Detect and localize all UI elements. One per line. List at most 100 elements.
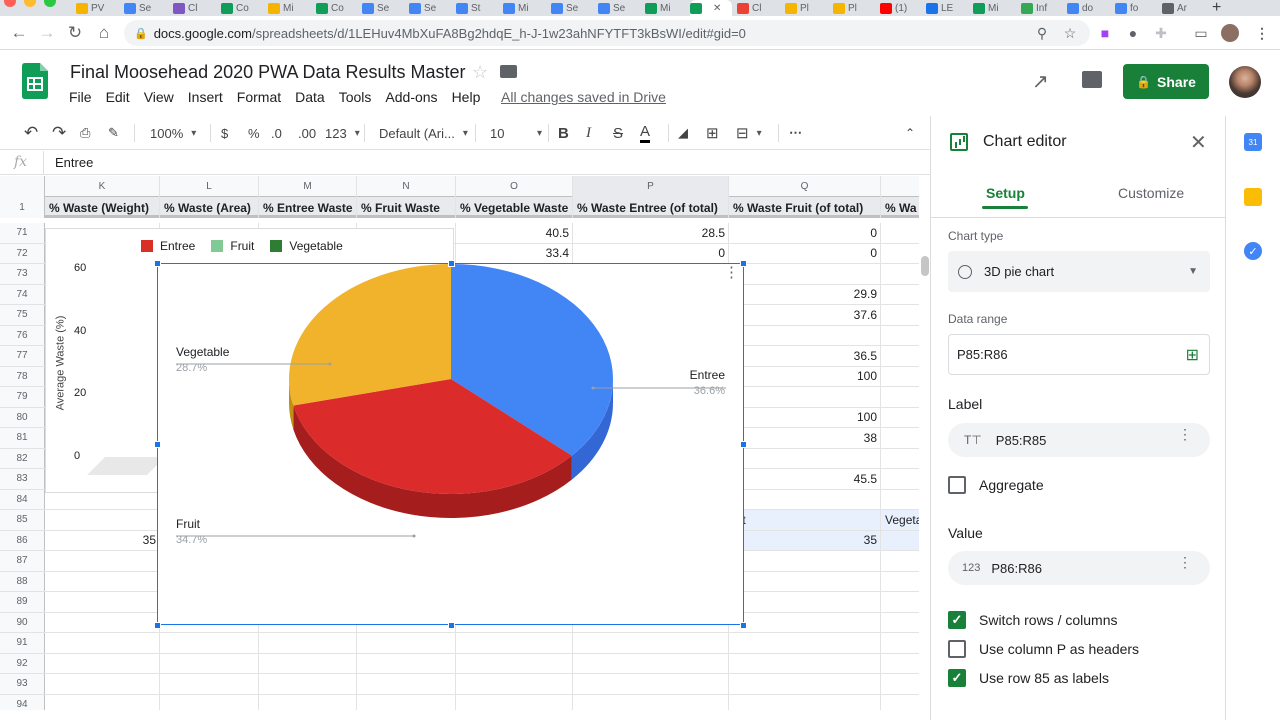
window-minimize-dot[interactable] — [24, 0, 36, 7]
row-number[interactable]: 93 — [0, 674, 45, 694]
grid-cell-p[interactable] — [573, 694, 729, 710]
label-range-chip[interactable]: T⊤ P85:R85 ⋮ — [948, 423, 1210, 457]
keep-icon[interactable] — [1244, 188, 1262, 206]
select-range-icon[interactable]: ⊞ — [1186, 345, 1199, 365]
grid-cell-o[interactable]: 40.5 — [456, 223, 573, 243]
extension-puzzle-icon[interactable]: ✚ — [1150, 22, 1172, 44]
grid-cell-r[interactable] — [881, 367, 919, 387]
grid-cell-r[interactable] — [881, 449, 919, 469]
grid-cell-p[interactable] — [573, 633, 729, 653]
grid-cell-r[interactable]: Vegeta — [881, 510, 919, 530]
grid-cell-r[interactable] — [881, 633, 919, 653]
browser-tab[interactable]: Se — [551, 0, 595, 16]
row-number[interactable]: 86 — [0, 530, 45, 550]
row-number[interactable]: 88 — [0, 571, 45, 591]
grid-cell-p[interactable] — [573, 653, 729, 673]
browser-tab[interactable]: Mi — [645, 0, 689, 16]
browser-tab-active[interactable]: ✕ — [690, 0, 732, 16]
more-formats-select[interactable]: 123 — [325, 123, 360, 143]
grid-cell-q[interactable] — [729, 633, 881, 653]
row-number[interactable]: 94 — [0, 694, 45, 710]
browser-tab[interactable]: Pl — [785, 0, 829, 16]
grid-cell-q[interactable]: 100 — [729, 366, 881, 386]
grid-cell-k[interactable]: 35 — [45, 530, 160, 550]
grid-cell-q[interactable] — [729, 325, 881, 345]
option-checkbox[interactable] — [948, 640, 966, 658]
grid-cell-k[interactable] — [45, 510, 160, 530]
grid-cell-m[interactable] — [259, 633, 357, 653]
profile-avatar-icon[interactable] — [1219, 22, 1241, 44]
window-close-dot[interactable] — [4, 0, 16, 7]
grid-cell-r[interactable] — [881, 408, 919, 428]
option-checkbox[interactable]: ✓ — [948, 669, 966, 687]
resize-handle[interactable] — [740, 622, 747, 629]
grid-cell-k[interactable] — [45, 592, 160, 612]
row-number[interactable]: 80 — [0, 407, 45, 427]
column-header-m[interactable]: M — [259, 176, 357, 197]
value-range-chip[interactable]: 123 P86:R86 ⋮ — [948, 551, 1210, 585]
collapse-menus-icon[interactable]: ⌃ — [905, 123, 915, 143]
browser-tab[interactable]: Mi — [503, 0, 547, 16]
menu-item-add-ons[interactable]: Add-ons — [385, 89, 437, 105]
calendar-icon[interactable]: 31 — [1244, 133, 1262, 151]
menu-item-insert[interactable]: Insert — [188, 89, 223, 105]
grid-cell-n[interactable] — [357, 653, 456, 673]
grid-cell-r[interactable] — [881, 428, 919, 448]
grid-cell-q[interactable]: 35 — [729, 530, 881, 550]
folder-icon[interactable] — [500, 65, 517, 78]
row-number[interactable]: 75 — [0, 305, 45, 325]
reload-icon[interactable]: ↻ — [64, 22, 86, 44]
browser-menu-icon[interactable]: ⋮ — [1251, 22, 1273, 44]
menu-item-data[interactable]: Data — [295, 89, 325, 105]
resize-handle[interactable] — [154, 441, 161, 448]
grid-cell-k[interactable] — [45, 694, 160, 710]
grid-cell-q[interactable]: 37.6 — [729, 305, 881, 325]
grid-cell-q[interactable] — [729, 592, 881, 612]
grid-cell-q[interactable]: 36.5 — [729, 346, 881, 366]
column-header-l[interactable]: L — [160, 176, 259, 197]
column-header-o[interactable]: O — [456, 176, 573, 197]
grid-cell-q[interactable] — [729, 387, 881, 407]
browser-tab[interactable]: PV — [76, 0, 120, 16]
grid-cell-r[interactable] — [881, 387, 919, 407]
row-number[interactable]: 92 — [0, 653, 45, 673]
browser-tab[interactable]: Se — [598, 0, 642, 16]
grid-cell-m[interactable] — [259, 674, 357, 694]
column-header-p[interactable]: P — [573, 176, 729, 197]
formula-input[interactable]: Entree — [55, 155, 93, 170]
row-number[interactable]: 87 — [0, 551, 45, 571]
column-header-n[interactable]: N — [357, 176, 456, 197]
font-family-select[interactable]: Default (Ari... — [379, 123, 468, 143]
row-number[interactable]: 71 — [0, 223, 45, 243]
grid-cell-r[interactable] — [881, 530, 919, 550]
grid-cell-q[interactable]: 0 — [729, 223, 881, 243]
close-icon[interactable]: ✕ — [1190, 130, 1207, 155]
borders-icon[interactable]: ⊞ — [706, 123, 719, 143]
grid-cell-r[interactable] — [881, 285, 919, 305]
browser-tab[interactable]: LE — [926, 0, 970, 16]
grid-cell-q[interactable] — [729, 612, 881, 632]
more-vert-icon[interactable]: ⋮ — [1178, 555, 1192, 569]
grid-cell-n[interactable] — [357, 674, 456, 694]
grid-cell-m[interactable] — [259, 653, 357, 673]
grid-cell-r[interactable] — [881, 223, 919, 243]
browser-tab[interactable]: St — [456, 0, 500, 16]
text-color-button[interactable]: A — [640, 123, 651, 143]
grid-cell-o[interactable]: 33.4 — [456, 243, 573, 263]
grid-cell-p[interactable]: 28.5 — [573, 223, 729, 243]
row-number[interactable]: 77 — [0, 346, 45, 366]
strikethrough-button[interactable]: S — [613, 123, 623, 143]
menu-item-file[interactable]: File — [69, 89, 92, 105]
grid-cell-r[interactable] — [881, 326, 919, 346]
percent-format-button[interactable]: % — [248, 123, 260, 143]
document-title[interactable]: Final Moosehead 2020 PWA Data Results Ma… — [70, 62, 466, 83]
resize-handle[interactable] — [448, 260, 455, 267]
share-button[interactable]: 🔒 Share — [1123, 64, 1209, 99]
comments-icon[interactable] — [1082, 71, 1102, 88]
browser-tab[interactable]: fo — [1115, 0, 1159, 16]
grid-cell-p[interactable] — [573, 674, 729, 694]
resize-handle[interactable] — [154, 622, 161, 629]
row-number[interactable]: 78 — [0, 366, 45, 386]
header-cell[interactable]: % Vegetable Waste — [456, 197, 573, 218]
grid-cell-q[interactable]: 45.5 — [729, 469, 881, 489]
